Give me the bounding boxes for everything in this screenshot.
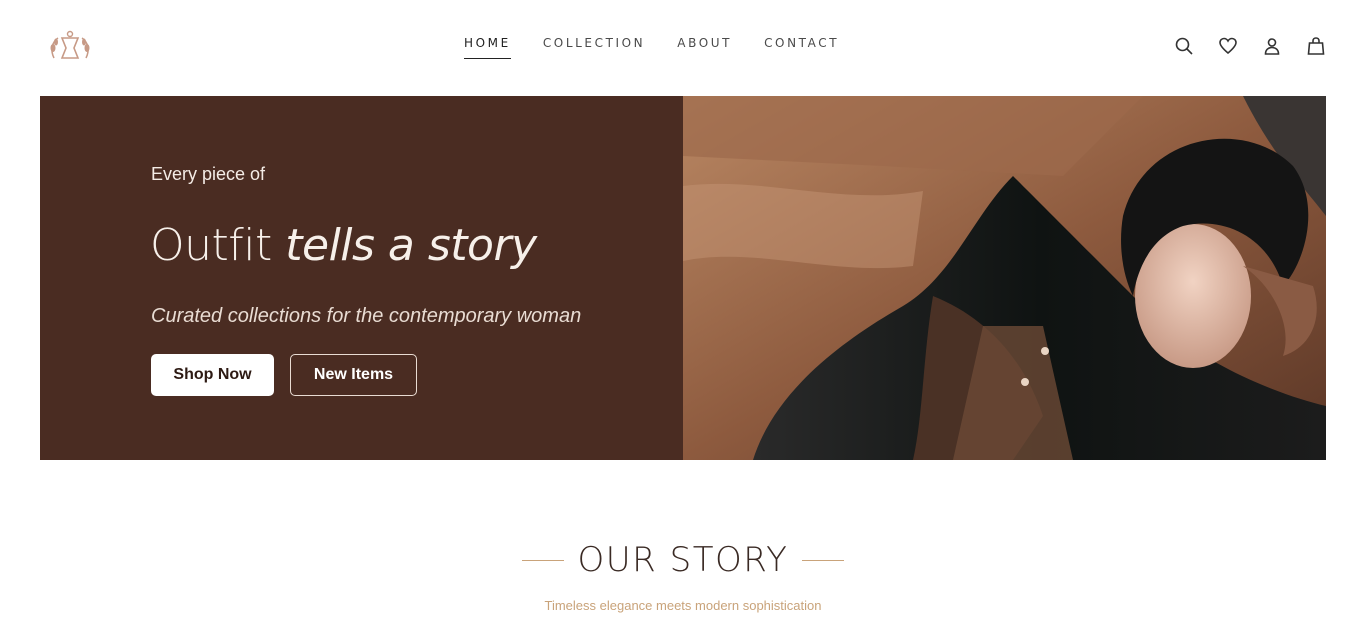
shop-now-button[interactable]: Shop Now (151, 354, 274, 396)
main-nav: HOME COLLECTION ABOUT CONTACT (464, 36, 839, 59)
user-icon[interactable] (1262, 36, 1282, 56)
hero-text-panel: Every piece of Outfit tells a story Cura… (40, 96, 683, 460)
hero-title: Outfit tells a story (150, 220, 537, 271)
hero-title-italic: tells a story (285, 220, 537, 271)
nav-about[interactable]: ABOUT (677, 36, 732, 59)
divider-left (521, 559, 564, 561)
hero-image (683, 96, 1326, 460)
search-icon[interactable] (1174, 36, 1194, 56)
hero-title-main: Outfit (150, 220, 272, 271)
hero-eyebrow: Every piece of (151, 164, 266, 184)
site-header: HOME COLLECTION ABOUT CONTACT (0, 0, 1366, 96)
divider-right (802, 559, 845, 561)
story-title: OUR STORY (577, 540, 789, 580)
brand-logo[interactable] (46, 28, 94, 68)
nav-home[interactable]: HOME (464, 36, 511, 59)
hero-section: Every piece of Outfit tells a story Cura… (40, 96, 1326, 460)
hero-photo-illustration (683, 96, 1326, 460)
hero-subtitle: Curated collections for the contemporary… (151, 305, 582, 327)
nav-collection[interactable]: COLLECTION (543, 36, 645, 59)
story-subtitle: Timeless elegance meets modern sophistic… (544, 598, 822, 613)
new-items-button[interactable]: New Items (290, 354, 417, 396)
nav-contact[interactable]: CONTACT (764, 36, 839, 59)
heart-icon[interactable] (1218, 36, 1238, 56)
header-icons (1174, 36, 1326, 56)
story-heading: OUR STORY (0, 540, 1366, 580)
bag-icon[interactable] (1306, 36, 1326, 56)
